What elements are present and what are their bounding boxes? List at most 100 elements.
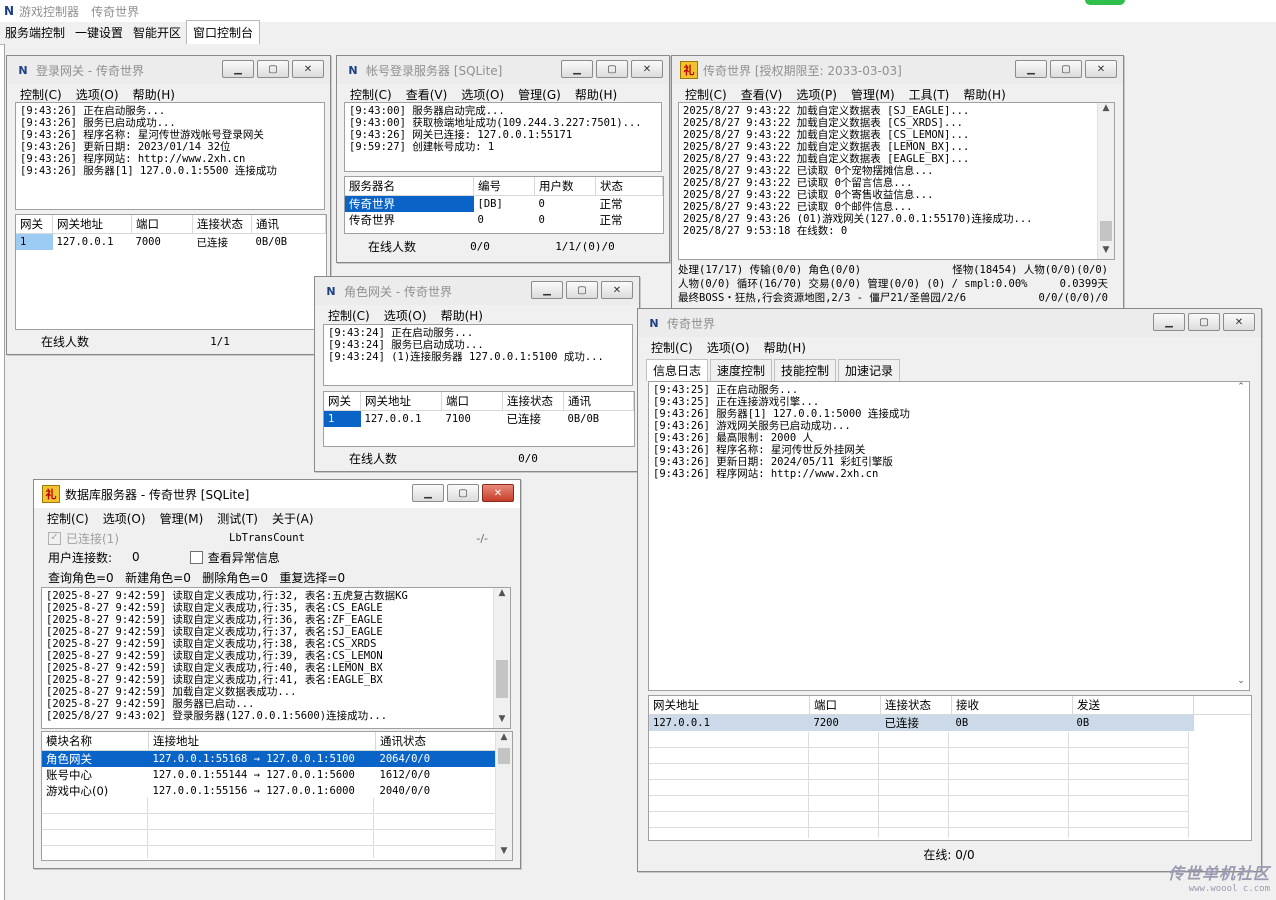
tab-window-console[interactable]: 窗口控制台 — [186, 20, 261, 45]
tab-server-control[interactable]: 服务端控制 — [0, 21, 70, 44]
col-receive[interactable]: 接收 — [951, 696, 1073, 715]
minimize-button[interactable]: ▁ — [1015, 60, 1047, 78]
menu-control[interactable]: 控制(C) — [13, 86, 69, 103]
maximize-button[interactable]: ▢ — [257, 60, 289, 78]
close-button[interactable]: ✕ — [482, 484, 514, 502]
account-server-table[interactable]: 服务器名 编号 用户数 状态 传奇世界 [DB] 0 正常 传奇世界 0 0 正… — [344, 176, 664, 234]
login-gate-window[interactable]: N 登录网关 - 传奇世界 ▁ ▢ ✕ 控制(C) 选项(O) 帮助(H) [9… — [6, 55, 331, 355]
scroll-thumb[interactable] — [496, 660, 508, 698]
menu-help[interactable]: 帮助(H) — [126, 86, 182, 103]
db-server-window[interactable]: 礼 数据库服务器 - 传奇世界 [SQLite] ▁ ▢ ✕ 控制(C) 选项(… — [33, 479, 521, 869]
col-comm-status[interactable]: 通讯状态 — [375, 732, 496, 751]
menu-test[interactable]: 测试(T) — [210, 510, 265, 527]
db-server-log[interactable]: [2025-8-27 9:42:59] 读取自定义表成功,行:32, 表名:五虎… — [41, 587, 511, 729]
menu-control[interactable]: 控制(C) — [40, 510, 96, 527]
col-conn-status[interactable]: 连接状态 — [502, 392, 564, 411]
menu-manage[interactable]: 管理(M) — [844, 86, 902, 103]
scroll-up-icon[interactable]: ▲ — [1098, 103, 1114, 117]
col-gate[interactable]: 网关 — [16, 215, 53, 234]
close-button[interactable]: ✕ — [631, 60, 663, 78]
scroll-up-icon[interactable]: ▲ — [494, 588, 510, 602]
scroll-up-icon[interactable]: ⌃ — [1233, 382, 1249, 396]
minimize-button[interactable]: ▁ — [222, 60, 254, 78]
col-send[interactable]: 发送 — [1072, 696, 1194, 715]
col-gate-address[interactable]: 网关地址 — [649, 696, 810, 715]
menu-view[interactable]: 查看(V) — [399, 86, 455, 103]
scroll-up-icon[interactable]: ▲ — [496, 732, 512, 746]
col-comm[interactable]: 通讯 — [563, 392, 634, 411]
maximize-button[interactable]: ▢ — [566, 281, 598, 299]
table-row[interactable]: 1 127.0.0.1 7000 已连接 0B/0B — [16, 233, 326, 250]
table-scrollbar[interactable]: ▲ ▼ — [495, 732, 512, 860]
col-user-count[interactable]: 用户数 — [534, 177, 596, 196]
menu-options[interactable]: 选项(P) — [789, 86, 844, 103]
role-gate-titlebar[interactable]: N 角色网关 - 传奇世界 ▁ ▢ ✕ — [315, 277, 639, 305]
game-world-log[interactable]: 2025/8/27 9:43:22 加载自定义数据表 [SJ_EAGLE]...… — [678, 102, 1115, 260]
close-button[interactable]: ✕ — [1085, 60, 1117, 78]
col-port[interactable]: 端口 — [809, 696, 881, 715]
table-row[interactable]: 游戏中心(0) 127.0.0.1:55156 → 127.0.0.1:6000… — [42, 783, 496, 799]
db-module-table[interactable]: 模块名称 连接地址 通讯状态 角色网关 127.0.0.1:55168 → 12… — [41, 731, 513, 861]
minimize-button[interactable]: ▁ — [412, 484, 444, 502]
menu-help[interactable]: 帮助(H) — [956, 86, 1012, 103]
account-server-window[interactable]: N 帐号登录服务器 [SQLite] ▁ ▢ ✕ 控制(C) 查看(V) 选项(… — [336, 55, 670, 263]
maximize-button[interactable]: ▢ — [447, 484, 479, 502]
table-row[interactable]: 1 127.0.0.1 7100 已连接 0B/0B — [324, 410, 634, 427]
menu-control[interactable]: 控制(C) — [321, 307, 377, 324]
login-gate-table[interactable]: 网关 网关地址 端口 连接状态 通讯 1 127.0.0.1 7000 已连接 … — [15, 214, 327, 330]
scroll-down-icon[interactable]: ▼ — [1098, 245, 1114, 259]
col-port[interactable]: 端口 — [131, 215, 193, 234]
game-world-titlebar[interactable]: 礼 传奇世界 [授权期限至: 2033-03-03] ▁ ▢ ✕ — [672, 56, 1123, 84]
col-port[interactable]: 端口 — [441, 392, 503, 411]
role-gate-table[interactable]: 网关 网关地址 端口 连接状态 通讯 1 127.0.0.1 7100 已连接 … — [323, 391, 635, 447]
col-module-name[interactable]: 模块名称 — [42, 732, 149, 751]
close-button[interactable]: ✕ — [601, 281, 633, 299]
scroll-down-icon[interactable]: ▼ — [496, 846, 512, 860]
menu-help[interactable]: 帮助(H) — [757, 339, 813, 356]
menu-manage[interactable]: 管理(M) — [153, 510, 211, 527]
menu-control[interactable]: 控制(C) — [644, 339, 700, 356]
close-button[interactable]: ✕ — [292, 60, 324, 78]
maximize-button[interactable]: ▢ — [1188, 313, 1220, 331]
menu-options[interactable]: 选项(O) — [96, 510, 153, 527]
col-server-name[interactable]: 服务器名 — [345, 177, 474, 196]
menu-view[interactable]: 查看(V) — [734, 86, 790, 103]
log-scrollbar[interactable]: ▲ ▼ — [493, 588, 510, 728]
tab-speedup-records[interactable]: 加速记录 — [838, 359, 901, 381]
login-gate-log[interactable]: [9:43:26] 正在启动服务... [9:43:26] 服务已启动成功...… — [15, 102, 325, 210]
col-gate-address[interactable]: 网关地址 — [52, 215, 132, 234]
scroll-down-icon[interactable]: ▼ — [494, 714, 510, 728]
role-gate-log[interactable]: [9:43:24] 正在启动服务... [9:43:24] 服务已启动成功...… — [323, 324, 633, 386]
db-server-titlebar[interactable]: 礼 数据库服务器 - 传奇世界 [SQLite] ▁ ▢ ✕ — [34, 480, 520, 508]
maximize-button[interactable]: ▢ — [1050, 60, 1082, 78]
account-server-titlebar[interactable]: N 帐号登录服务器 [SQLite] ▁ ▢ ✕ — [337, 56, 669, 84]
game-gate-log[interactable]: [9:43:25] 正在启动服务... [9:43:25] 正在连接游戏引擎..… — [648, 381, 1250, 691]
menu-help[interactable]: 帮助(H) — [568, 86, 624, 103]
menu-options[interactable]: 选项(O) — [700, 339, 757, 356]
menu-options[interactable]: 选项(O) — [377, 307, 434, 324]
table-row[interactable]: 角色网关 127.0.0.1:55168 → 127.0.0.1:5100 20… — [42, 750, 496, 767]
tab-speed-control[interactable]: 速度控制 — [710, 359, 773, 381]
tab-skill-control[interactable]: 技能控制 — [774, 359, 837, 381]
table-row[interactable]: 传奇世界 0 0 正常 — [345, 212, 663, 228]
col-conn-address[interactable]: 连接地址 — [148, 732, 376, 751]
menu-control[interactable]: 控制(C) — [343, 86, 399, 103]
table-row[interactable]: 传奇世界 [DB] 0 正常 — [345, 195, 663, 212]
minimize-button[interactable]: ▁ — [561, 60, 593, 78]
col-conn-status[interactable]: 连接状态 — [192, 215, 252, 234]
log-scrollbar[interactable]: ▲ ▼ — [1097, 103, 1114, 259]
scroll-thumb[interactable] — [1100, 221, 1112, 241]
col-gate-address[interactable]: 网关地址 — [360, 392, 442, 411]
scroll-down-icon[interactable]: ⌄ — [1233, 676, 1249, 690]
tab-one-click-setup[interactable]: 一键设置 — [70, 21, 128, 44]
tab-info-log[interactable]: 信息日志 — [646, 359, 709, 381]
table-row[interactable]: 127.0.0.1 7200 已连接 0B 0B — [649, 714, 1251, 731]
menu-control[interactable]: 控制(C) — [678, 86, 734, 103]
minimize-button[interactable]: ▁ — [1153, 313, 1185, 331]
col-number[interactable]: 编号 — [473, 177, 535, 196]
role-gate-window[interactable]: N 角色网关 - 传奇世界 ▁ ▢ ✕ 控制(C) 选项(O) 帮助(H) [9… — [314, 276, 640, 472]
login-gate-titlebar[interactable]: N 登录网关 - 传奇世界 ▁ ▢ ✕ — [7, 56, 330, 84]
menu-options[interactable]: 选项(O) — [69, 86, 126, 103]
col-comm[interactable]: 通讯 — [251, 215, 326, 234]
col-status[interactable]: 状态 — [595, 177, 663, 196]
